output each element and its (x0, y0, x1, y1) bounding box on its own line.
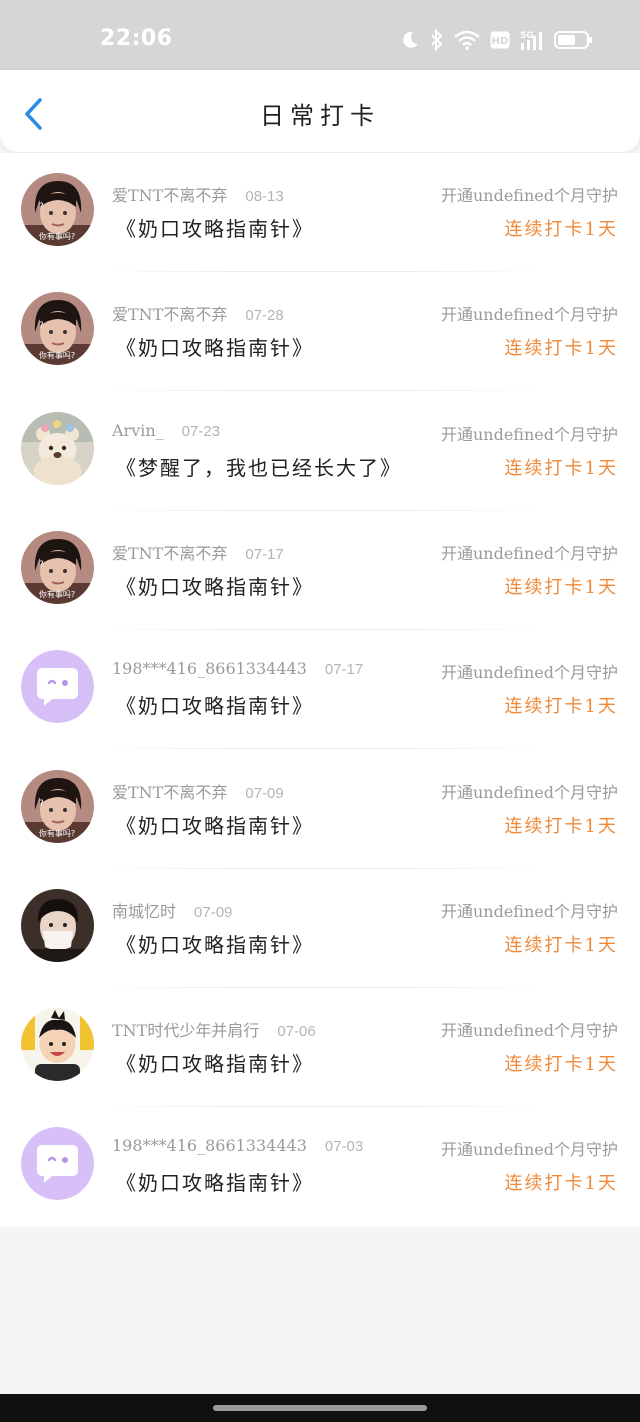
avatar[interactable] (21, 411, 94, 485)
wifi-icon (454, 30, 480, 50)
list-item[interactable]: 你有事吗?? 爱TNT不离不弃 07-09 《奶口攻略指南针》 开通undefined个… (0, 750, 640, 869)
checkin-date: 07-09 (245, 784, 284, 802)
checkin-topic: 《奶口攻略指南针》 (116, 574, 314, 599)
guard-info: 开通undefined个月守护 (440, 663, 618, 683)
svg-text:HD: HD (492, 36, 509, 47)
avatar[interactable]: 你有事吗?? (21, 173, 94, 246)
list-item[interactable]: 198***416_8661334443 07-03 《奶口攻略指南针》 开通unde… (0, 1107, 640, 1226)
avatar[interactable]: 你有事吗?? (21, 292, 94, 366)
streak-badge: 连续打卡1天 (504, 219, 618, 240)
user-name[interactable]: 198***416_8661334443 07-17 (112, 659, 363, 678)
guard-info: 开通undefined个月守护 (440, 305, 618, 325)
checkin-topic: 《奶口攻略指南针》 (116, 1052, 314, 1077)
svg-text:你有事吗?: 你有事吗? (39, 589, 75, 599)
svg-text:5G: 5G (520, 31, 534, 41)
moon-icon (403, 31, 418, 48)
list-item[interactable]: TNT时代少年并肩行 07-06 《奶口攻略指南针》 开通undefined个月守护连… (0, 988, 640, 1108)
signal-5g-icon: 5G (520, 31, 542, 50)
checkin-topic: 《奶口攻略指南针》 (116, 694, 314, 719)
user-name[interactable]: Arvin_ 07-23 (112, 421, 220, 440)
header: 日常打卡 (0, 70, 640, 152)
checkin-date: 08-13 (245, 188, 284, 205)
page-title: 日常打卡 (260, 102, 380, 130)
user-name[interactable]: 南城忆时 07-09 (112, 898, 232, 922)
svg-text:?: ? (39, 560, 44, 570)
guard-info: 开通undefined个月守护 (440, 424, 618, 444)
list-item[interactable]: 你有事吗?? 爱TNT不离不弃 08-13 《奶口攻略指南针》 开通undefined个… (0, 153, 640, 272)
checkin-date: 07-09 (194, 903, 233, 921)
battery-icon (554, 31, 592, 49)
checkin-topic: 《奶口攻略指南针》 (116, 932, 314, 957)
guard-info: 开通undefined个月守护 (440, 1140, 618, 1160)
checkin-list: 你有事吗?? 爱TNT不离不弃 08-13 《奶口攻略指南针》 开通undefined个… (0, 153, 640, 1227)
guard-info: 开通undefined个月守护 (440, 186, 618, 205)
checkin-date: 07-23 (181, 422, 221, 440)
avatar[interactable]: 你有事吗?? (21, 530, 94, 604)
user-name[interactable]: 爱TNT不离不弃 07-09 (112, 779, 284, 803)
user-name[interactable]: TNT时代少年并肩行 07-06 (112, 1017, 316, 1041)
user-name[interactable]: 爱TNT不离不弃 07-28 (112, 301, 284, 325)
user-name[interactable]: 198***416_8661334443 07-03 (112, 1136, 363, 1155)
list-item[interactable]: 你有事吗?? 爱TNT不离不弃 07-17 《奶口攻略指南针》 开通undefined个… (0, 511, 640, 630)
checkin-topic: 《梦醒了，我也已经长大了》 (116, 455, 402, 480)
checkin-topic: 《奶口攻略指南针》 (116, 813, 314, 838)
checkin-topic: 《奶口攻略指南针》 (116, 1171, 314, 1196)
guard-info: 开通undefined个月守护 (440, 782, 618, 802)
avatar[interactable]: 你有事吗?? (21, 769, 94, 843)
list-item[interactable]: Arvin_ 07-23 《梦醒了，我也已经长大了》 开通undefined个月守护连… (0, 392, 640, 511)
guard-info: 开通undefined个月守护 (440, 901, 618, 921)
streak-badge: 连续打卡1天 (504, 457, 618, 479)
status-time: 22:06 (100, 26, 173, 51)
streak-badge: 连续打卡1天 (504, 576, 618, 598)
checkin-date: 07-06 (277, 1023, 316, 1041)
avatar[interactable] (21, 1127, 94, 1201)
avatar[interactable] (21, 650, 94, 724)
guard-info: 开通undefined个月守护 (440, 1021, 618, 1041)
user-name[interactable]: 爱TNT不离不弃 08-13 (112, 182, 284, 206)
svg-text:你有事吗?: 你有事吗? (39, 231, 75, 241)
user-name[interactable]: 爱TNT不离不弃 07-17 (112, 540, 284, 564)
status-bar: 22:06 HD 5G (0, 0, 640, 70)
svg-text:你有事吗?: 你有事吗? (39, 350, 75, 360)
checkin-date: 07-17 (245, 545, 284, 563)
svg-text:?: ? (39, 799, 44, 809)
guard-info: 开通undefined个月守护 (440, 543, 618, 563)
home-indicator[interactable] (213, 1405, 427, 1411)
streak-badge: 连续打卡1天 (504, 1054, 618, 1076)
bluetooth-icon (431, 29, 443, 51)
checkin-date: 07-28 (245, 307, 284, 325)
list-item[interactable]: 你有事吗?? 爱TNT不离不弃 07-28 《奶口攻略指南针》 开通undefined个… (0, 272, 640, 392)
streak-badge: 连续打卡1天 (504, 1173, 618, 1195)
system-navigation-bar (0, 1394, 640, 1422)
streak-badge: 连续打卡1天 (504, 338, 618, 360)
checkin-topic: 《奶口攻略指南针》 (116, 336, 314, 361)
list-item[interactable]: 南城忆时 07-09 《奶口攻略指南针》 开通undefined个月守护连续打卡1天 (0, 869, 640, 988)
streak-badge: 连续打卡1天 (504, 934, 618, 956)
streak-badge: 连续打卡1天 (504, 815, 618, 837)
checkin-topic: 《奶口攻略指南针》 (116, 217, 314, 241)
list-item[interactable]: 198***416_8661334443 07-17 《奶口攻略指南针》 开通unde… (0, 630, 640, 750)
avatar[interactable] (21, 888, 94, 962)
streak-badge: 连续打卡1天 (504, 696, 618, 718)
checkin-date: 07-17 (324, 661, 364, 679)
avatar[interactable] (21, 1008, 94, 1082)
checkin-date: 07-03 (324, 1138, 364, 1156)
hd-icon: HD (490, 31, 510, 49)
status-icons: HD 5G (400, 27, 594, 53)
svg-text:你有事吗?: 你有事吗? (39, 828, 75, 838)
svg-text:?: ? (39, 202, 44, 212)
svg-text:?: ? (39, 321, 44, 331)
